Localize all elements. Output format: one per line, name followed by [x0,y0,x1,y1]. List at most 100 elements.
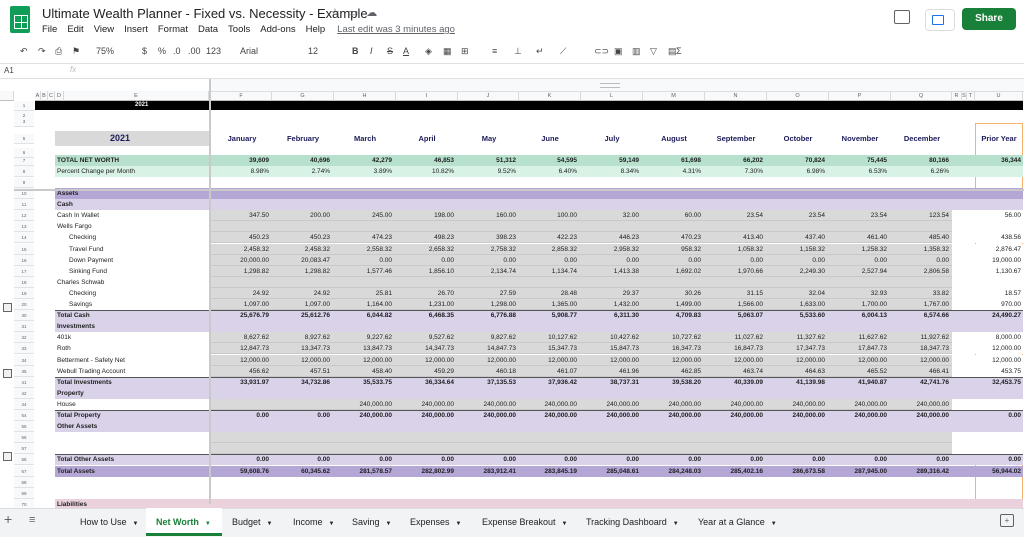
row-number[interactable]: 17 [14,265,34,277]
group-collapse-icon[interactable] [3,303,12,312]
value-cell[interactable]: 37,936.42 [519,377,577,388]
value-cell[interactable]: 240,000.00 [581,410,639,421]
value-cell[interactable]: 240,000.00 [767,410,825,421]
sheets-logo-icon[interactable] [10,6,30,33]
insert-comment-icon[interactable]: ▣ [614,46,623,57]
value-cell[interactable]: 39,609 [211,155,269,166]
value-cell[interactable]: 9,527.62 [396,332,454,343]
tab-dropdown-icon[interactable]: ▼ [673,521,679,527]
column-header[interactable]: U [975,91,1023,101]
value-cell[interactable]: 12,000.00 [891,355,949,366]
value-cell[interactable]: 240,000.00 [396,410,454,421]
prior-year-cell[interactable]: 32,453.75 [963,377,1021,388]
sheet-tab[interactable]: Year at a Glance ▼ [688,508,778,536]
move-folder-icon[interactable]: ▭ [348,7,366,19]
row-number[interactable]: 19 [14,287,34,299]
value-cell[interactable]: 5,063.07 [705,310,763,321]
row-number[interactable]: 34 [14,354,34,366]
last-edit-link[interactable]: Last edit was 3 minutes ago [337,24,455,35]
prior-year-cell[interactable]: 24,490.27 [963,310,1021,321]
prior-year-cell[interactable]: 2,876.47 [963,244,1021,255]
value-cell[interactable]: 12,000.00 [767,355,825,366]
value-cell[interactable]: 463.74 [705,366,763,377]
value-cell[interactable]: 0.00 [829,454,887,465]
value-cell[interactable]: 17,347.73 [767,343,825,354]
vertical-align-icon[interactable]: ⊥ [514,46,522,57]
value-cell[interactable]: 100.00 [519,210,577,221]
value-cell[interactable]: 413.40 [705,232,763,243]
frozen-column-divider[interactable] [209,79,211,504]
value-cell[interactable]: 461.07 [519,366,577,377]
zoom-select[interactable]: 75% [96,46,114,56]
column-header[interactable]: R [952,91,962,101]
value-cell[interactable]: 240,000.00 [705,410,763,421]
merge-cells-icon[interactable]: ⊞ [461,46,469,57]
value-cell[interactable]: 9.52% [458,166,516,177]
value-cell[interactable]: 5,533.60 [767,310,825,321]
sheet-tab[interactable]: Budget ▼ [222,508,283,536]
tab-dropdown-icon[interactable]: ▼ [386,521,392,527]
value-cell[interactable]: 8,927.62 [272,332,330,343]
prior-year-cell[interactable]: 56,944.02 [963,466,1021,477]
value-cell[interactable]: 398.23 [458,232,516,243]
row-number[interactable]: 13 [14,221,34,233]
group-collapse-icon[interactable] [3,452,12,461]
value-cell[interactable]: 285,402.16 [705,466,763,477]
row-number[interactable]: 54 [14,410,34,421]
value-cell[interactable]: 35,533.75 [334,377,392,388]
value-cell[interactable]: 11,027.62 [705,332,763,343]
value-cell[interactable]: 0.00 [519,255,577,266]
insert-chart-icon[interactable]: ▥ [632,46,641,57]
value-cell[interactable]: 459.29 [396,366,454,377]
row-number[interactable]: 16 [14,254,34,266]
value-cell[interactable]: 462.85 [643,366,701,377]
value-cell[interactable]: 11,327.62 [767,332,825,343]
value-cell[interactable]: 1,566.00 [705,299,763,310]
row-number[interactable]: 20 [14,299,34,310]
row-number[interactable]: 18 [14,276,34,288]
menu-view[interactable]: View [94,24,114,35]
tab-dropdown-icon[interactable]: ▼ [133,521,139,527]
value-cell[interactable]: 23.54 [705,210,763,221]
value-cell[interactable]: 12,847.73 [211,343,269,354]
fill-color-icon[interactable]: ◈ [425,46,432,57]
row-number[interactable]: 6 [14,148,34,158]
value-cell[interactable]: 1,970.66 [705,266,763,277]
value-cell[interactable]: 245.00 [334,210,392,221]
value-cell[interactable]: 39,538.20 [643,377,701,388]
value-cell[interactable]: 13,847.73 [334,343,392,354]
value-cell[interactable]: 461.40 [829,232,887,243]
value-cell[interactable]: 51,312 [458,155,516,166]
value-cell[interactable]: 0.00 [891,454,949,465]
value-cell[interactable]: 2,858.32 [519,244,577,255]
value-cell[interactable]: 12,000.00 [334,355,392,366]
value-cell[interactable]: 240,000.00 [519,399,577,410]
value-cell[interactable]: 457.51 [272,366,330,377]
value-cell[interactable]: 30.26 [643,288,701,299]
value-cell[interactable]: 12,000.00 [211,355,269,366]
sheet-tab[interactable]: Expenses ▼ [400,508,472,536]
value-cell[interactable]: 286,673.58 [767,466,825,477]
column-header[interactable]: L [581,91,643,101]
value-cell[interactable]: 33.82 [891,288,949,299]
value-cell[interactable]: 12,000.00 [458,355,516,366]
value-cell[interactable]: 6,004.13 [829,310,887,321]
value-cell[interactable]: 240,000.00 [396,399,454,410]
value-cell[interactable]: 14,847.73 [458,343,516,354]
value-cell[interactable]: 198.00 [396,210,454,221]
prior-year-cell[interactable]: 453.75 [963,366,1021,377]
value-cell[interactable]: 2,558.32 [334,244,392,255]
column-header[interactable]: B [41,91,48,101]
value-cell[interactable]: 40,339.09 [705,377,763,388]
sheet-tab[interactable]: Expense Breakout ▼ [472,508,576,536]
prior-year-cell[interactable]: 18.57 [963,288,1021,299]
value-cell[interactable]: 289,316.42 [891,466,949,477]
prior-year-cell[interactable]: 8,000.00 [963,332,1021,343]
value-cell[interactable]: 59,608.76 [211,466,269,477]
column-header[interactable]: C [48,91,55,101]
value-cell[interactable]: 32.00 [581,210,639,221]
column-header[interactable]: F [211,91,272,101]
value-cell[interactable]: 0.00 [891,255,949,266]
value-cell[interactable]: 160.00 [458,210,516,221]
add-sheet-icon[interactable]: + [4,511,12,527]
